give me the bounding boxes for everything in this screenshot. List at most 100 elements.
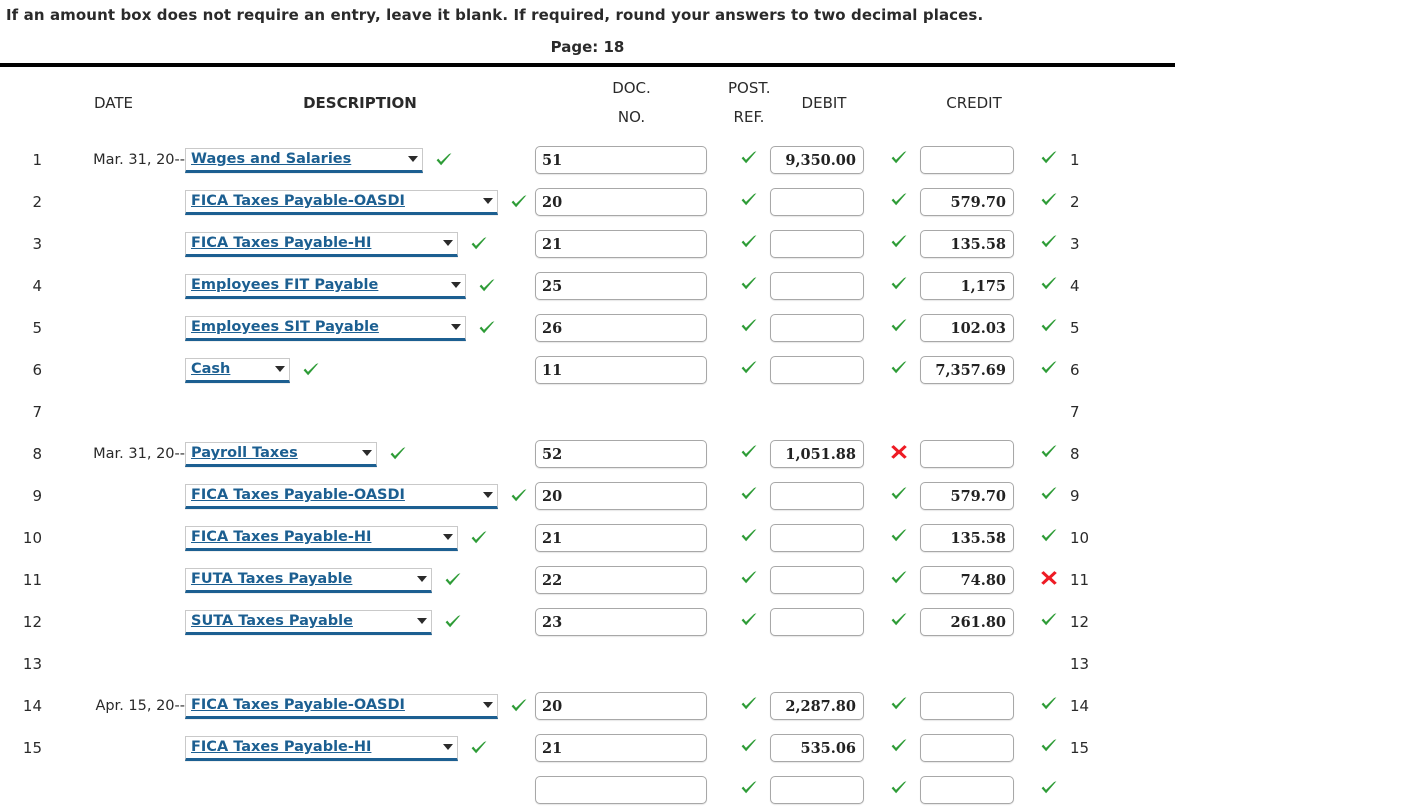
debit-input[interactable]: [770, 272, 864, 300]
doc-no-input[interactable]: [535, 692, 707, 720]
credit-cell: [920, 433, 1028, 475]
account-select[interactable]: FICA Taxes Payable-HI: [185, 231, 458, 257]
description-select-wrap: SUTA Taxes Payable: [185, 609, 463, 635]
table-row: 15 FICA Taxes Payable-HI 15: [0, 727, 1210, 769]
credit-input[interactable]: [920, 524, 1014, 552]
description-select-wrap: Employees FIT Payable: [185, 273, 497, 299]
table-row: [0, 769, 1210, 811]
credit-input[interactable]: [920, 146, 1014, 174]
check-icon: [443, 570, 463, 590]
credit-input[interactable]: [920, 440, 1014, 468]
debit-input[interactable]: [770, 776, 864, 804]
doc-no-mark-cell: [728, 307, 770, 349]
chevron-down-icon: [483, 198, 493, 204]
doc-no-input[interactable]: [535, 146, 707, 174]
check-icon: [889, 526, 909, 546]
account-select-value: FICA Taxes Payable-OASDI: [191, 192, 405, 209]
doc-no-cell: [535, 139, 728, 181]
account-select[interactable]: Cash: [185, 357, 290, 383]
credit-cell: [920, 181, 1028, 223]
doc-no-input[interactable]: [535, 356, 707, 384]
credit-input[interactable]: [920, 608, 1014, 636]
credit-input[interactable]: [920, 482, 1014, 510]
credit-input[interactable]: [920, 566, 1014, 594]
doc-no-input[interactable]: [535, 776, 707, 804]
account-select[interactable]: SUTA Taxes Payable: [185, 609, 432, 635]
debit-cell: [770, 223, 878, 265]
account-select[interactable]: FICA Taxes Payable-HI: [185, 525, 458, 551]
doc-no-input[interactable]: [535, 314, 707, 342]
check-icon: [509, 192, 529, 212]
debit-input[interactable]: [770, 692, 864, 720]
doc-no-input[interactable]: [535, 482, 707, 510]
debit-input[interactable]: [770, 356, 864, 384]
account-select[interactable]: FICA Taxes Payable-OASDI: [185, 483, 498, 509]
credit-input[interactable]: [920, 734, 1014, 762]
credit-input[interactable]: [920, 314, 1014, 342]
debit-input[interactable]: [770, 566, 864, 594]
row-number-left: 13: [22, 655, 42, 673]
account-select[interactable]: Payroll Taxes: [185, 441, 377, 467]
credit-mark-cell: [1028, 139, 1070, 181]
row-number-right: 5: [1070, 319, 1080, 337]
credit-input[interactable]: [920, 776, 1014, 804]
date-cell: [42, 769, 185, 811]
doc-no-mark-cell: [728, 559, 770, 601]
doc-no-input[interactable]: [535, 524, 707, 552]
account-select-value: FICA Taxes Payable-HI: [191, 528, 372, 545]
credit-cell: [920, 139, 1028, 181]
description-select-wrap: FICA Taxes Payable-OASDI: [185, 693, 529, 719]
account-select[interactable]: FICA Taxes Payable-HI: [185, 735, 458, 761]
doc-no-input[interactable]: [535, 566, 707, 594]
debit-input[interactable]: [770, 146, 864, 174]
check-icon: [443, 612, 463, 632]
doc-no-input[interactable]: [535, 608, 707, 636]
row-number-right: 12: [1070, 613, 1090, 631]
account-select[interactable]: Employees SIT Payable: [185, 315, 466, 341]
account-select[interactable]: FICA Taxes Payable-OASDI: [185, 693, 498, 719]
check-icon: [739, 778, 759, 798]
debit-mark-cell: [878, 307, 920, 349]
credit-input[interactable]: [920, 356, 1014, 384]
check-icon: [739, 568, 759, 588]
description-select-wrap: FICA Taxes Payable-HI: [185, 231, 489, 257]
debit-input[interactable]: [770, 524, 864, 552]
date-cell: [42, 475, 185, 517]
credit-input[interactable]: [920, 230, 1014, 258]
check-icon: [1039, 778, 1059, 798]
doc-no-mark-cell: [728, 643, 770, 685]
debit-cell: [770, 517, 878, 559]
debit-input[interactable]: [770, 314, 864, 342]
credit-input[interactable]: [920, 272, 1014, 300]
doc-no-input[interactable]: [535, 272, 707, 300]
account-select[interactable]: Employees FIT Payable: [185, 273, 466, 299]
doc-no-input[interactable]: [535, 230, 707, 258]
credit-cell: [920, 391, 1028, 433]
header-spacer-credit-mark: [1028, 67, 1070, 139]
check-icon: [739, 316, 759, 336]
date-cell: [42, 727, 185, 769]
debit-input[interactable]: [770, 608, 864, 636]
debit-input[interactable]: [770, 188, 864, 216]
date-cell: Mar. 31, 20--: [93, 446, 185, 462]
row-number-right: 15: [1070, 739, 1090, 757]
debit-input[interactable]: [770, 230, 864, 258]
description-select-wrap: FICA Taxes Payable-OASDI: [185, 483, 529, 509]
check-icon: [477, 318, 497, 338]
date-cell: Mar. 31, 20--: [93, 152, 185, 168]
doc-no-input[interactable]: [535, 440, 707, 468]
debit-input[interactable]: [770, 440, 864, 468]
account-select-value: Wages and Salaries: [191, 150, 352, 167]
debit-input[interactable]: [770, 482, 864, 510]
account-select-value: Employees FIT Payable: [191, 276, 379, 293]
account-select[interactable]: Wages and Salaries: [185, 147, 423, 173]
row-number-left: 10: [22, 529, 42, 547]
account-select[interactable]: FUTA Taxes Payable: [185, 567, 432, 593]
account-select[interactable]: FICA Taxes Payable-OASDI: [185, 189, 498, 215]
doc-no-input[interactable]: [535, 188, 707, 216]
debit-input[interactable]: [770, 734, 864, 762]
doc-no-input[interactable]: [535, 734, 707, 762]
credit-mark-cell: [1028, 265, 1070, 307]
credit-input[interactable]: [920, 188, 1014, 216]
credit-input[interactable]: [920, 692, 1014, 720]
